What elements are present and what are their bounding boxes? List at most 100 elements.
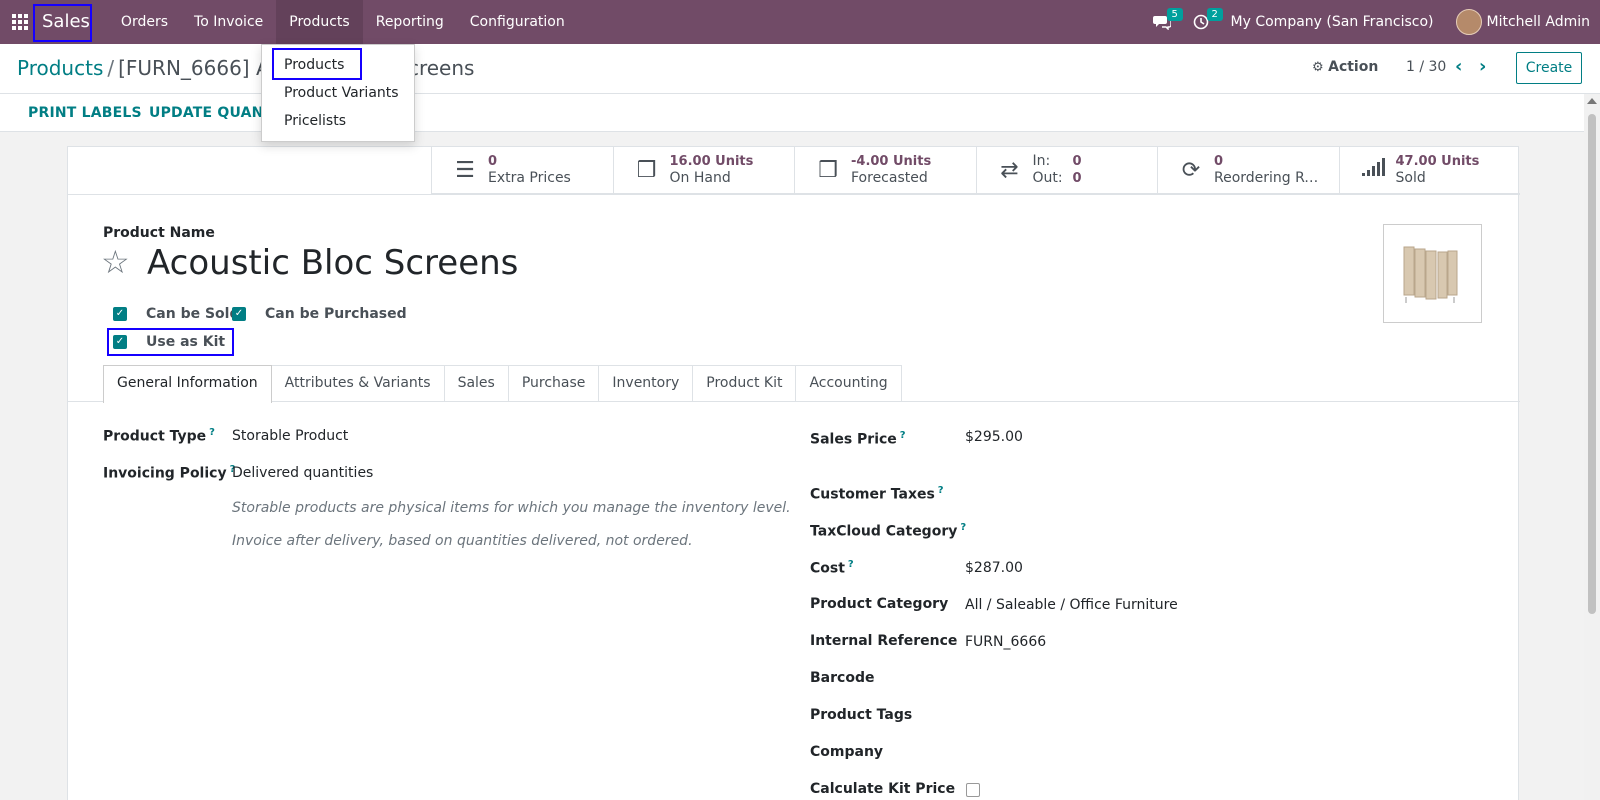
sold-button[interactable]: 47.00 Units Sold (1338, 147, 1520, 194)
forecasted-value: -4.00 Units (851, 154, 932, 169)
internal-reference-label: Internal Reference (810, 633, 958, 649)
extra-prices-button[interactable]: ☰ 0 Extra Prices (431, 147, 613, 194)
company-label: Company (810, 744, 884, 760)
forecasted-button[interactable]: ❒ -4.00 Units Forecasted (794, 147, 976, 194)
product-tags-label: Product Tags (810, 707, 913, 723)
favorite-star-icon[interactable]: ☆ (101, 243, 130, 281)
smart-buttons: ☰ 0 Extra Prices ❒ 16.00 Units On Hand ❒ -… (431, 147, 1520, 194)
help-icon: ? (937, 485, 944, 496)
tab-accounting[interactable]: Accounting (795, 365, 902, 402)
on-hand-value: 16.00 Units (669, 154, 754, 169)
cost-label: Cost? (810, 559, 854, 577)
out-value: 0 (1072, 171, 1082, 186)
action-button[interactable]: ⚙ Action (1312, 59, 1378, 75)
product-name-label: Product Name (103, 225, 215, 241)
tabs-underline (68, 401, 1520, 402)
reordering-value: 0 (1214, 154, 1224, 169)
statusbar: PRINT LABELS UPDATE QUANTITY (0, 94, 1584, 132)
menu-reporting[interactable]: Reporting (363, 0, 457, 44)
internal-reference-field[interactable]: FURN_6666 (965, 634, 1046, 650)
product-name-field[interactable]: Acoustic Bloc Screens (147, 243, 518, 283)
signal-bars-icon (1358, 157, 1388, 183)
action-label: Action (1328, 59, 1379, 75)
can-be-purchased-checkbox[interactable]: ✓ (232, 307, 246, 321)
cost-field[interactable]: $287.00 (965, 560, 1023, 576)
in-out-button[interactable]: ⇄ In: 0 Out: 0 (975, 147, 1157, 194)
product-category-label: Product Category (810, 596, 949, 612)
can-be-sold-option[interactable]: ✓ Can be Sold (113, 306, 239, 322)
sales-price-field[interactable]: $295.00 (965, 429, 1023, 445)
pager-next-icon[interactable]: › (1479, 56, 1486, 77)
create-button[interactable]: Create (1516, 52, 1582, 84)
cubes-icon: ❒ (636, 157, 657, 183)
user-menu[interactable]: Mitchell Admin (1487, 14, 1591, 30)
use-as-kit-option[interactable]: ✓ Use as Kit (113, 334, 225, 350)
refresh-icon: ⟳ (1181, 157, 1201, 183)
taxcloud-category-label: TaxCloud Category? (810, 522, 967, 540)
on-hand-label: On Hand (669, 170, 731, 186)
help-icon: ? (960, 522, 967, 533)
product-type-field[interactable]: Storable Product (232, 428, 348, 444)
menu-orders[interactable]: Orders (108, 0, 181, 44)
gear-icon: ⚙ (1312, 60, 1324, 75)
app-name[interactable]: Sales (40, 0, 96, 44)
messages-button[interactable]: 5 (1152, 8, 1183, 30)
company-switcher[interactable]: My Company (San Francisco) (1231, 14, 1434, 30)
use-as-kit-label: Use as Kit (146, 334, 226, 350)
invoicing-policy-label: Invoicing Policy? (103, 464, 236, 482)
vertical-scrollbar[interactable] (1584, 94, 1600, 800)
in-value: 0 (1072, 154, 1082, 169)
product-type-label: Product Type? (103, 427, 215, 445)
tab-product-kit[interactable]: Product Kit (692, 365, 797, 402)
extra-prices-label: Extra Prices (488, 170, 571, 186)
use-as-kit-checkbox[interactable]: ✓ (113, 335, 127, 349)
divider (68, 194, 1520, 195)
top-navbar: Sales Orders To Invoice Products Reporti… (0, 0, 1600, 44)
product-image[interactable] (1383, 224, 1482, 323)
reordering-rules-button[interactable]: ⟳ 0 Reordering Rules (1157, 147, 1339, 194)
calculate-kit-price-checkbox[interactable] (966, 783, 980, 797)
help-icon: ? (899, 430, 906, 441)
tab-general-information[interactable]: General Information (103, 365, 272, 403)
dropdown-item-products[interactable]: Products (262, 51, 414, 79)
help-icon: ? (847, 559, 854, 570)
extra-prices-value: 0 (488, 154, 498, 169)
sales-price-label: Sales Price? (810, 430, 906, 448)
print-labels-button[interactable]: PRINT LABELS (28, 105, 142, 121)
sold-value: 47.00 Units (1395, 154, 1480, 169)
can-be-sold-label: Can be Sold (146, 306, 240, 322)
list-icon: ☰ (455, 157, 475, 183)
invoicing-policy-field[interactable]: Delivered quantities (232, 465, 373, 481)
menu-products[interactable]: Products (276, 0, 363, 44)
apps-menu-icon[interactable] (0, 0, 40, 44)
tab-purchase[interactable]: Purchase (507, 365, 600, 402)
user-avatar[interactable] (1455, 9, 1482, 35)
activities-button[interactable]: 2 (1193, 8, 1223, 30)
scroll-thumb[interactable] (1588, 114, 1596, 614)
breadcrumb-products-link[interactable]: Products (17, 56, 103, 80)
invoicing-policy-help: Invoice after delivery, based on quantit… (232, 533, 693, 549)
pager-value[interactable]: 1 / 30 (1406, 59, 1446, 75)
product-category-field[interactable]: All / Saleable / Office Furniture (965, 597, 1178, 613)
sold-label: Sold (1395, 170, 1426, 186)
can-be-purchased-label: Can be Purchased (265, 306, 407, 322)
can-be-purchased-option[interactable]: ✓ Can be Purchased (232, 306, 407, 322)
product-type-help: Storable products are physical items for… (232, 500, 791, 516)
form-tabs: General Information Attributes & Variant… (103, 365, 902, 403)
dropdown-item-pricelists[interactable]: Pricelists (262, 107, 414, 135)
menu-to-invoice[interactable]: To Invoice (181, 0, 276, 44)
customer-taxes-label: Customer Taxes? (810, 485, 944, 503)
pager-previous-icon[interactable]: ‹ (1455, 56, 1462, 77)
scroll-up-arrow-icon[interactable] (1587, 98, 1597, 104)
on-hand-button[interactable]: ❒ 16.00 Units On Hand (612, 147, 794, 194)
dropdown-item-product-variants[interactable]: Product Variants (262, 79, 414, 107)
menu-configuration[interactable]: Configuration (457, 0, 578, 44)
tab-attributes-variants[interactable]: Attributes & Variants (270, 365, 445, 402)
calculate-kit-price-label: Calculate Kit Price (810, 781, 956, 797)
tab-inventory[interactable]: Inventory (598, 365, 694, 402)
exchange-icon: ⇄ (1000, 157, 1019, 183)
tab-sales[interactable]: Sales (443, 365, 509, 402)
messages-badge: 5 (1166, 8, 1183, 21)
barcode-label: Barcode (810, 670, 875, 686)
can-be-sold-checkbox[interactable]: ✓ (113, 307, 127, 321)
